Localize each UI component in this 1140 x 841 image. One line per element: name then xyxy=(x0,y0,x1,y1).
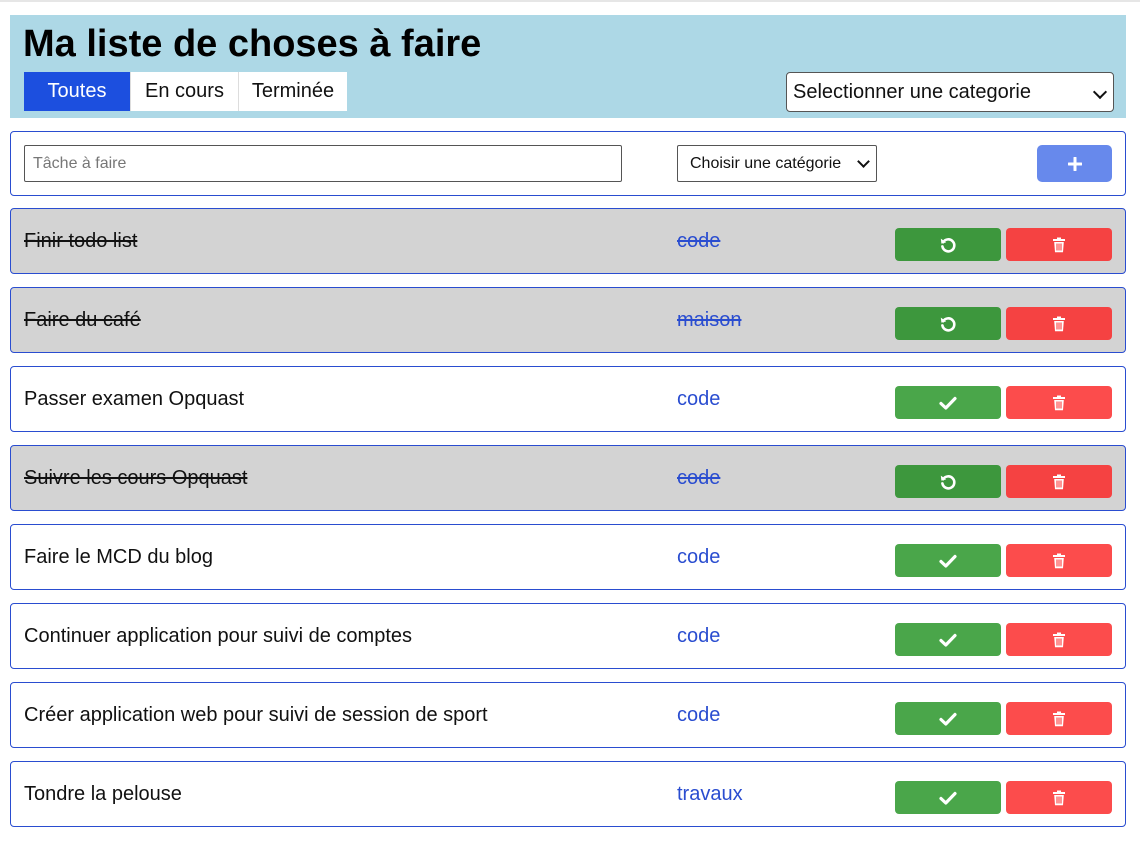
category-select-value: Choisir une catégorie xyxy=(690,155,842,172)
page-title: Ma liste de choses à faire xyxy=(23,23,482,65)
task-label: Suivre les cours Opquast xyxy=(24,467,248,489)
task-label: Tondre la pelouse xyxy=(24,783,182,805)
task-row: Suivre les cours Opquast code xyxy=(10,445,1126,511)
check-icon xyxy=(939,554,957,568)
task-label: Finir todo list xyxy=(24,230,138,252)
task-row: Tondre la pelouse travaux xyxy=(10,761,1126,827)
task-category: code xyxy=(677,230,721,252)
top-border xyxy=(0,0,1140,2)
task-category: code xyxy=(677,467,721,489)
task-row: Passer examen Opquast code xyxy=(10,366,1126,432)
undo-icon xyxy=(940,316,956,332)
task-category: code xyxy=(677,546,721,568)
task-row: Finir todo list code xyxy=(10,208,1126,274)
task-row: Créer application web pour suivi de sess… xyxy=(10,682,1126,748)
task-label: Continuer application pour suivi de comp… xyxy=(24,625,412,647)
complete-task-button[interactable] xyxy=(895,544,1001,577)
delete-task-button[interactable] xyxy=(1006,623,1112,656)
category-filter-select[interactable]: Selectionner une categorie xyxy=(786,72,1114,112)
undo-task-button[interactable] xyxy=(895,228,1001,261)
add-task-form: Choisir une catégorie xyxy=(10,131,1126,196)
check-icon xyxy=(939,633,957,647)
check-icon xyxy=(939,791,957,805)
complete-task-button[interactable] xyxy=(895,623,1001,656)
delete-task-button[interactable] xyxy=(1006,307,1112,340)
delete-task-button[interactable] xyxy=(1006,465,1112,498)
delete-task-button[interactable] xyxy=(1006,781,1112,814)
trash-icon xyxy=(1053,316,1065,331)
task-category: code xyxy=(677,388,721,410)
add-task-button[interactable] xyxy=(1037,145,1112,182)
task-label: Créer application web pour suivi de sess… xyxy=(24,704,488,726)
trash-icon xyxy=(1053,632,1065,647)
trash-icon xyxy=(1053,711,1065,726)
check-icon xyxy=(939,396,957,410)
task-category: maison xyxy=(677,309,742,331)
task-input[interactable] xyxy=(24,145,622,182)
task-row: Faire du café maison xyxy=(10,287,1126,353)
task-row: Faire le MCD du blog code xyxy=(10,524,1126,590)
trash-icon xyxy=(1053,790,1065,805)
delete-task-button[interactable] xyxy=(1006,702,1112,735)
chevron-down-icon xyxy=(1092,84,1108,100)
trash-icon xyxy=(1053,395,1065,410)
tab-en-cours[interactable]: En cours xyxy=(131,72,239,111)
complete-task-button[interactable] xyxy=(895,781,1001,814)
complete-task-button[interactable] xyxy=(895,702,1001,735)
category-filter-value: Selectionner une categorie xyxy=(793,81,1031,103)
task-label: Passer examen Opquast xyxy=(24,388,245,410)
task-label: Faire du café xyxy=(24,309,141,331)
trash-icon xyxy=(1053,237,1065,252)
undo-icon xyxy=(940,474,956,490)
trash-icon xyxy=(1053,474,1065,489)
filter-tabs: Toutes En cours Terminée xyxy=(24,72,347,111)
tab-toutes[interactable]: Toutes xyxy=(24,72,131,111)
delete-task-button[interactable] xyxy=(1006,386,1112,419)
complete-task-button[interactable] xyxy=(895,386,1001,419)
undo-task-button[interactable] xyxy=(895,307,1001,340)
chevron-down-icon xyxy=(857,155,870,168)
tab-terminee[interactable]: Terminée xyxy=(239,72,347,111)
undo-task-button[interactable] xyxy=(895,465,1001,498)
task-category: travaux xyxy=(677,783,743,805)
app-header: Ma liste de choses à faire Toutes En cou… xyxy=(10,15,1126,118)
task-category: code xyxy=(677,625,721,647)
task-category: code xyxy=(677,704,721,726)
task-row: Continuer application pour suivi de comp… xyxy=(10,603,1126,669)
delete-task-button[interactable] xyxy=(1006,228,1112,261)
category-select[interactable]: Choisir une catégorie xyxy=(677,145,877,182)
trash-icon xyxy=(1053,553,1065,568)
check-icon xyxy=(939,712,957,726)
undo-icon xyxy=(940,237,956,253)
delete-task-button[interactable] xyxy=(1006,544,1112,577)
plus-icon xyxy=(1067,156,1082,171)
task-label: Faire le MCD du blog xyxy=(24,546,213,568)
